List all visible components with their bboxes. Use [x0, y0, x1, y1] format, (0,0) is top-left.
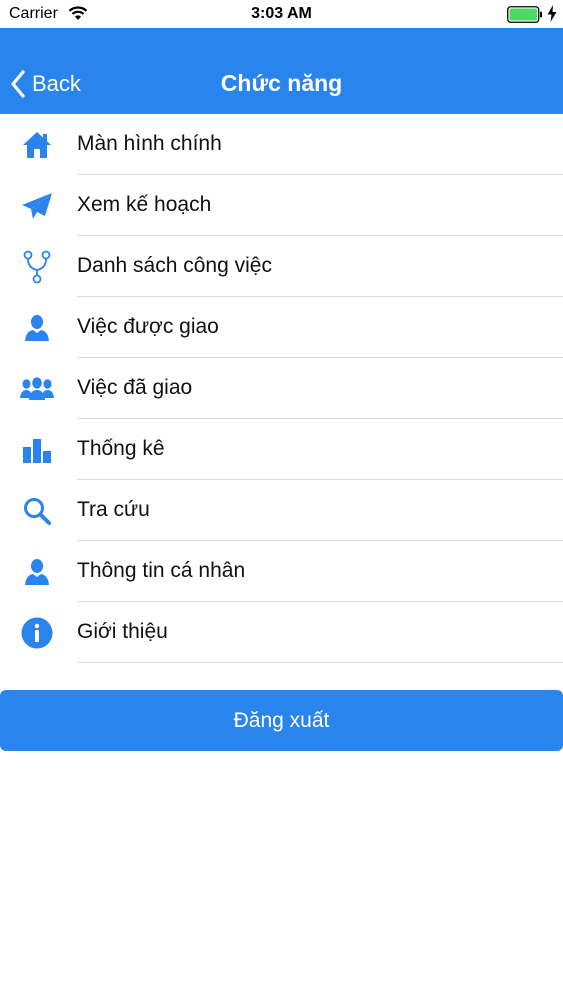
menu-item-assigned-to-me[interactable]: Việc được giao: [0, 297, 563, 358]
battery-icon: [507, 6, 543, 28]
search-icon: [20, 494, 54, 528]
menu-item-plan[interactable]: Xem kế hoạch: [0, 175, 563, 236]
menu-item-assigned-by-me[interactable]: Việc đã giao: [0, 358, 563, 419]
menu-label: Danh sách công việc: [77, 254, 272, 277]
page-title: Chức năng: [220, 70, 343, 96]
bar-chart-icon: [20, 433, 54, 467]
home-icon: [20, 128, 54, 162]
user-icon: [20, 555, 54, 589]
status-time: 3:03 AM: [251, 5, 312, 22]
menu-item-lookup[interactable]: Tra cứu: [0, 480, 563, 541]
menu-item-profile[interactable]: Thông tin cá nhân: [0, 541, 563, 602]
menu-label: Thống kê: [77, 437, 165, 460]
logout-button[interactable]: Đăng xuất: [0, 690, 563, 751]
status-bar: Carrier 3:03 AM: [0, 0, 563, 28]
user-icon: [20, 311, 54, 345]
menu-label: Tra cứu: [77, 498, 150, 521]
menu-item-about[interactable]: Giới thiệu: [0, 602, 563, 663]
menu-label: Việc đã giao: [77, 376, 193, 399]
menu-label: Màn hình chính: [77, 132, 222, 155]
menu-item-home[interactable]: Màn hình chính: [0, 114, 563, 175]
navigation-bar: Back Chức năng: [0, 28, 563, 114]
info-icon: [20, 616, 54, 650]
function-menu: Màn hình chính Xem kế hoạch Danh sách cô…: [0, 114, 563, 663]
menu-label: Việc được giao: [77, 315, 219, 338]
menu-item-task-list[interactable]: Danh sách công việc: [0, 236, 563, 297]
menu-item-statistics[interactable]: Thống kê: [0, 419, 563, 480]
paper-plane-icon: [20, 189, 54, 223]
fork-icon: [20, 250, 54, 284]
charging-icon: [547, 5, 557, 27]
menu-label: Giới thiệu: [77, 620, 168, 643]
menu-label: Thông tin cá nhân: [77, 559, 246, 582]
divider: [77, 662, 563, 663]
menu-label: Xem kế hoạch: [77, 193, 212, 216]
users-icon: [20, 372, 54, 406]
